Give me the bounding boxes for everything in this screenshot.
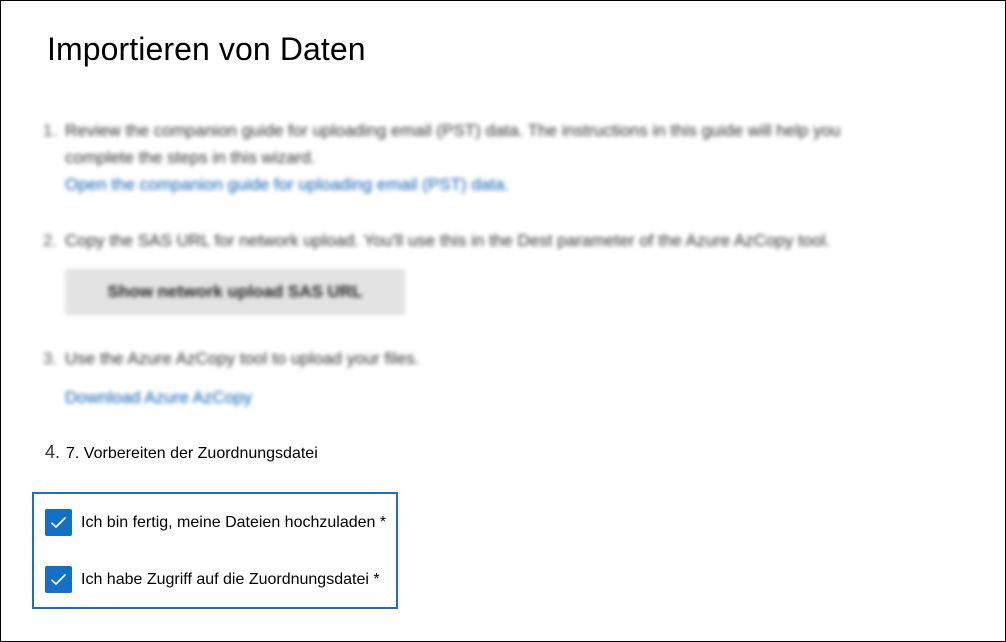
page-title: Importieren von Daten [47, 31, 366, 67]
step-2: 2. Copy the SAS URL for network upload. Y… [43, 227, 983, 254]
checkbox-label-mapping-access: Ich habe Zugriff auf die Zuordnungsdatei… [81, 570, 380, 588]
step-2-text: Copy the SAS URL for network upload. You… [65, 231, 831, 250]
checkbox-row-mapping-access[interactable]: Ich habe Zugriff auf die Zuordnungsdatei… [45, 566, 380, 593]
checkmark-icon[interactable] [45, 509, 72, 536]
step-4-text: 7. Vorbereiten der Zuordnungsdatei [66, 445, 318, 462]
checkbox-row-ready-upload[interactable]: Ich bin fertig, meine Dateien hochzulade… [45, 509, 386, 536]
step-4-number: 4. [45, 442, 61, 462]
step-1: 1. Review the companion guide for uploadi… [43, 117, 983, 198]
step-3-text: Use the Azure AzCopy tool to upload your… [65, 349, 420, 368]
checkmark-icon[interactable] [45, 566, 72, 593]
companion-guide-link[interactable]: Open the companion guide for uploading e… [43, 171, 983, 198]
step-2-number: 2. [43, 231, 58, 250]
step-1-text-line2: complete the steps in this wizard. [65, 148, 316, 167]
import-data-panel: Importieren von Daten 1. Review the compa… [0, 0, 1006, 642]
step-3-number: 3. [43, 349, 58, 368]
show-sas-url-button[interactable]: Show network upload SAS URL [65, 269, 405, 315]
step-1-number: 1. [43, 121, 58, 140]
step-1-text-line1: Review the companion guide for uploading… [65, 121, 841, 140]
checkbox-label-ready-upload: Ich bin fertig, meine Dateien hochzulade… [81, 513, 387, 531]
step-4: 4. 7. Vorbereiten der Zuordnungsdatei [45, 442, 318, 463]
step-3: 3. Use the Azure AzCopy tool to upload yo… [43, 345, 943, 411]
download-azcopy-link[interactable]: Download Azure AzCopy [43, 384, 943, 411]
